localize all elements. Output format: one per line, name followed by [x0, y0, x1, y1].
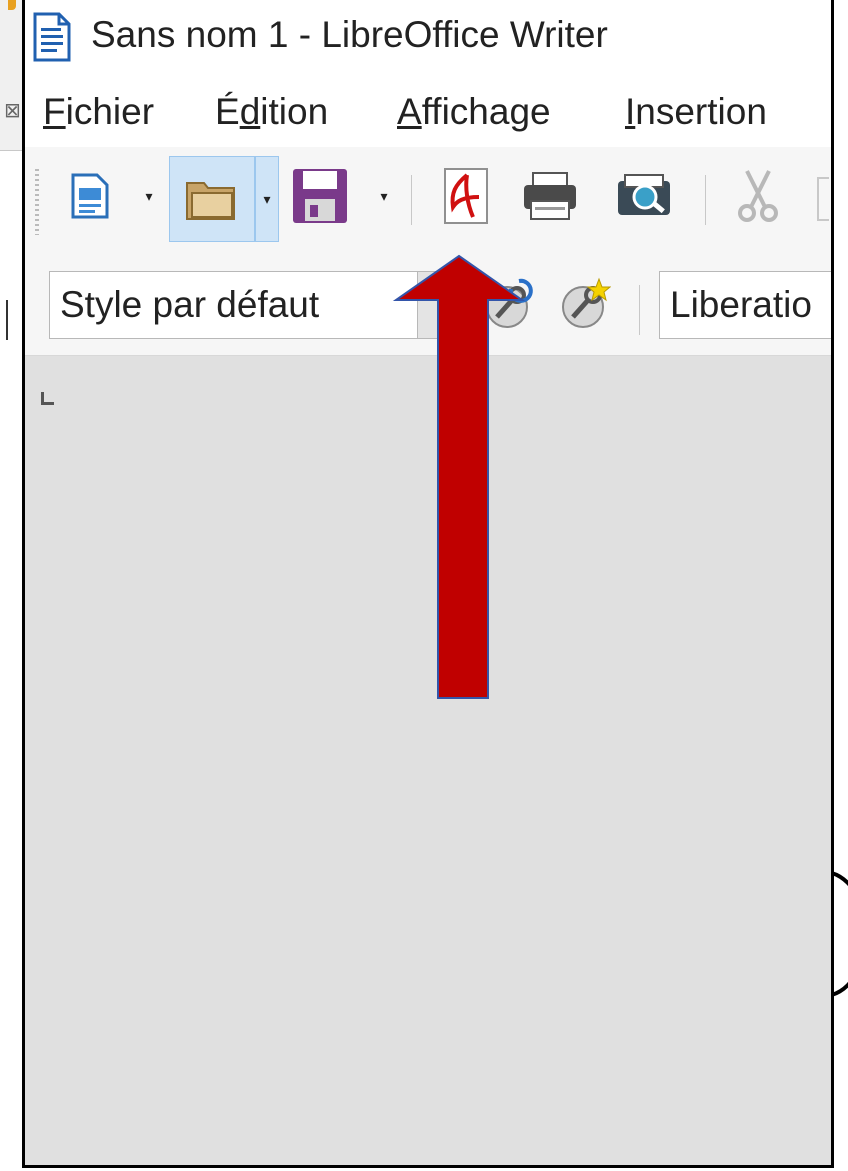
close-icon: ⊠	[4, 100, 21, 122]
open-button[interactable]	[169, 156, 255, 242]
background-divider	[0, 300, 8, 340]
menu-bar: Fichier Édition Affichage Insertion	[25, 75, 831, 147]
new-document-button[interactable]	[61, 167, 119, 225]
menu-affichage[interactable]: Affichage	[397, 91, 551, 133]
new-style-icon[interactable]	[557, 277, 611, 331]
toolbar-grip[interactable]	[35, 169, 39, 235]
background-window-toolbar	[0, 0, 22, 151]
print-preview-icon	[618, 174, 670, 215]
save-icon	[293, 169, 347, 223]
save-button[interactable]	[291, 167, 349, 225]
toolbar-separator	[639, 285, 640, 335]
open-icon	[186, 182, 235, 220]
page-corner-marker	[41, 392, 54, 405]
paragraph-style-value: Style par défaut	[60, 284, 320, 325]
new-document-dropdown[interactable]: ▾	[138, 167, 160, 225]
copy-button-partial[interactable]	[817, 177, 829, 221]
writer-document-icon	[33, 12, 71, 62]
export-pdf-button[interactable]	[437, 167, 495, 225]
export-pdf-icon	[444, 168, 488, 224]
menu-edition[interactable]: Édition	[215, 91, 328, 133]
cut-icon	[738, 170, 778, 222]
font-name-input[interactable]: Liberatio	[659, 271, 831, 339]
open-dropdown[interactable]: ▾	[255, 156, 279, 242]
menu-insertion[interactable]: Insertion	[625, 91, 767, 133]
print-button[interactable]	[521, 167, 579, 225]
save-dropdown[interactable]: ▾	[373, 167, 395, 225]
window-title: Sans nom 1 - LibreOffice Writer	[91, 14, 608, 55]
background-window-edge: ⊠	[0, 0, 22, 1171]
menu-fichier[interactable]: Fichier	[43, 91, 154, 133]
new-document-icon	[71, 173, 109, 219]
cut-button[interactable]	[729, 167, 787, 225]
print-icon	[524, 172, 576, 220]
annotation-arrow	[392, 254, 526, 699]
print-preview-button[interactable]	[615, 167, 673, 225]
standard-toolbar: ▾ ▾ ▾	[25, 147, 831, 255]
toolbar-separator	[705, 175, 706, 225]
toolbar-separator	[411, 175, 412, 225]
title-bar[interactable]: Sans nom 1 - LibreOffice Writer	[25, 0, 831, 75]
background-app-icon	[8, 0, 16, 10]
font-name-value: Liberatio	[670, 284, 812, 325]
